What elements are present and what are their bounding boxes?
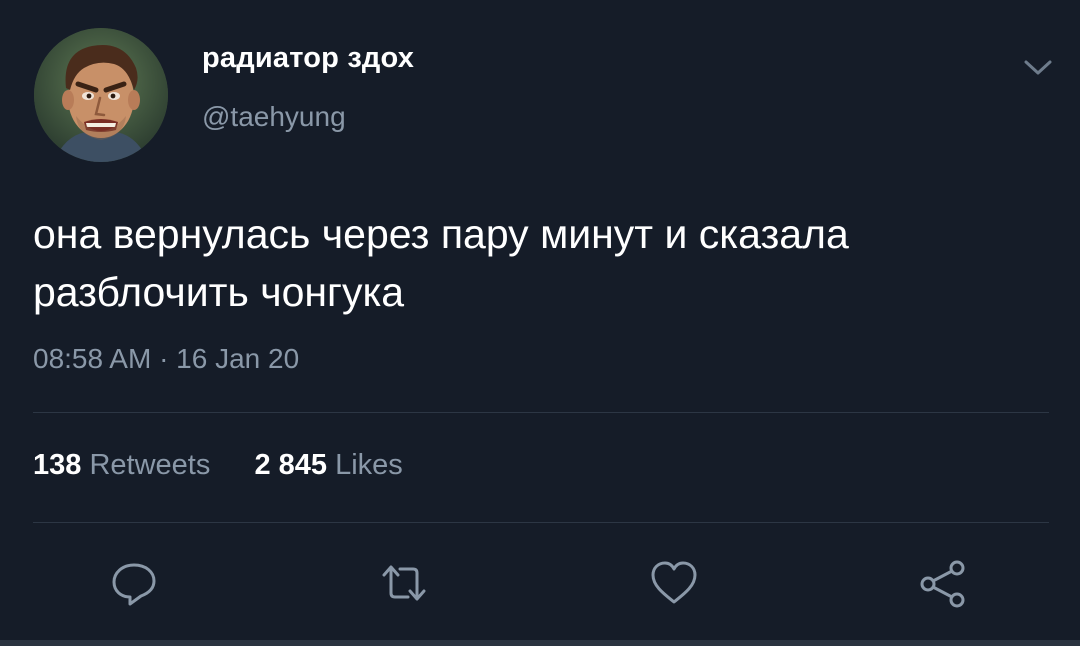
likes-count: 2 845	[254, 449, 328, 481]
user-handle[interactable]: @taehyung	[202, 101, 346, 133]
retweet-icon[interactable]	[376, 555, 432, 611]
chevron-down-icon[interactable]	[1018, 54, 1058, 80]
divider	[33, 522, 1049, 523]
tweet-stats: 138 Retweets 2 845 Likes	[33, 449, 403, 482]
retweets-stat[interactable]: 138 Retweets	[33, 449, 218, 481]
display-name[interactable]: радиатор здох	[202, 42, 414, 75]
heart-icon[interactable]	[646, 555, 702, 611]
bottom-edge	[0, 640, 1080, 646]
retweets-label: Retweets	[89, 449, 211, 481]
reply-icon[interactable]	[106, 555, 162, 611]
divider	[33, 412, 1049, 413]
retweets-count: 138	[33, 449, 82, 481]
tweet-timestamp[interactable]: 08:58 AM · 16 Jan 20	[33, 343, 299, 375]
likes-label: Likes	[335, 449, 403, 481]
share-icon[interactable]	[916, 555, 972, 611]
tweet-text: она вернулась через пару минут и сказала…	[33, 205, 1043, 321]
tweet-text-line-2: разблочить чонгука	[33, 269, 405, 315]
avatar[interactable]	[34, 28, 168, 162]
tweet-text-line-1: она вернулась через пару минут и сказала	[33, 211, 849, 257]
avatar-image	[34, 28, 168, 162]
likes-stat[interactable]: 2 845 Likes	[246, 449, 402, 481]
